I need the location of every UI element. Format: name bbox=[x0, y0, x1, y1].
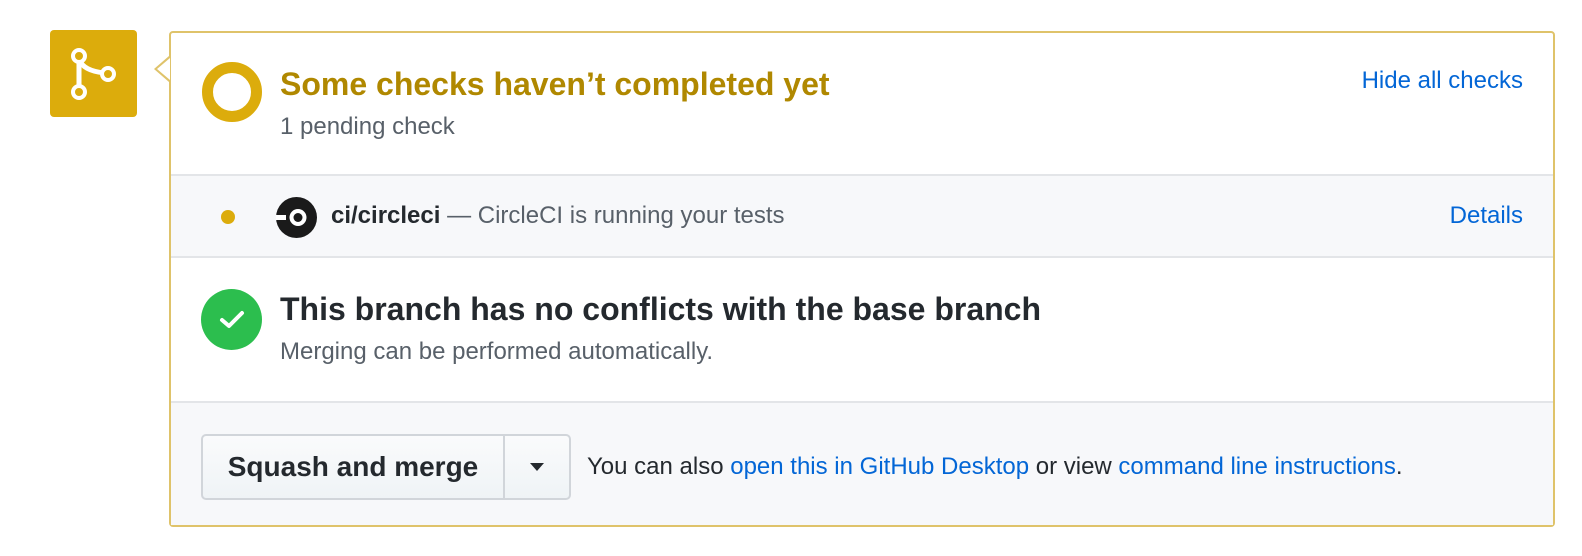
circleci-icon bbox=[276, 197, 317, 238]
merge-status-box: Some checks haven’t completed yet 1 pend… bbox=[169, 31, 1555, 527]
check-text: ci/circleci — CircleCI is running your t… bbox=[331, 202, 785, 230]
checks-list: ci/circleci — CircleCI is running your t… bbox=[171, 174, 1553, 258]
checks-status-section: Some checks haven’t completed yet 1 pend… bbox=[171, 33, 1553, 174]
hide-all-checks-link[interactable]: Hide all checks bbox=[1362, 67, 1523, 95]
check-description: — CircleCI is running your tests bbox=[440, 202, 785, 229]
merge-method-dropdown[interactable] bbox=[505, 436, 569, 498]
squash-and-merge-button[interactable]: Squash and merge bbox=[203, 436, 505, 498]
merge-hint-middle: or view bbox=[1029, 453, 1119, 480]
conflicts-title: This branch has no conflicts with the ba… bbox=[280, 291, 1042, 327]
pending-ring-icon bbox=[202, 62, 262, 122]
check-details-link[interactable]: Details bbox=[1450, 202, 1523, 230]
merge-hint-suffix: . bbox=[1395, 453, 1403, 480]
conflicts-section: This branch has no conflicts with the ba… bbox=[171, 258, 1553, 401]
command-line-instructions-link[interactable]: command line instructions bbox=[1118, 453, 1395, 480]
box-pointer-inner bbox=[157, 58, 170, 80]
merge-hint: You can also open this in GitHub Desktop… bbox=[587, 453, 1403, 481]
pending-status-dot bbox=[221, 210, 235, 224]
check-icon bbox=[201, 289, 262, 350]
open-in-desktop-link[interactable]: open this in GitHub Desktop bbox=[730, 453, 1029, 480]
merge-button-group: Squash and merge bbox=[201, 434, 571, 500]
git-merge-icon bbox=[50, 30, 137, 117]
merge-actions-section: Squash and merge You can also open this … bbox=[171, 401, 1553, 525]
conflicts-subtitle: Merging can be performed automatically. bbox=[280, 338, 714, 365]
caret-down-icon bbox=[530, 463, 544, 471]
merge-hint-prefix: You can also bbox=[587, 453, 731, 480]
checks-status-title: Some checks haven’t completed yet bbox=[280, 66, 830, 102]
check-name: ci/circleci bbox=[331, 202, 441, 229]
checks-status-subtitle: 1 pending check bbox=[280, 113, 455, 140]
